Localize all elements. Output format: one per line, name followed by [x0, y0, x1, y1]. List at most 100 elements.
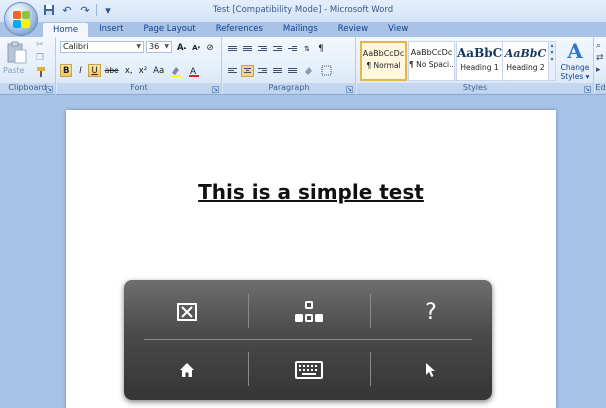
style-no-spacing-name: ¶ No Spaci...: [409, 60, 454, 69]
editing-group: ⌕ ⇄ ▸ Ed: [595, 37, 606, 95]
tab-home[interactable]: Home: [42, 22, 90, 37]
font-format-row: B I U abe x, x² Aa A: [60, 64, 202, 77]
style-heading-2-name: Heading 2: [506, 63, 545, 72]
shrink-font-icon[interactable]: A ▾: [190, 41, 202, 54]
cursor-arrow-icon: [426, 363, 435, 377]
clipboard-group: Paste ✂ ❐ Clipboard ↘: [0, 37, 56, 95]
change-styles-icon: A: [567, 39, 583, 63]
overlay-divider: [144, 339, 472, 340]
help-icon: ?: [425, 299, 437, 325]
paragraph-group: ⇅ ¶ Paragraph ↘: [223, 37, 356, 95]
style-normal[interactable]: AaBbCcDc ¶ Normal: [360, 41, 407, 81]
ribbon: Paste ✂ ❐ Clipboard ↘ Calibri ▼ 36 ▼ A ▴ …: [0, 37, 606, 95]
tab-page-layout[interactable]: Page Layout: [134, 22, 206, 37]
tab-review[interactable]: Review: [328, 22, 378, 37]
font-size-combo[interactable]: 36 ▼: [146, 41, 172, 53]
change-styles-label-1: Change: [560, 63, 590, 72]
line-spacing-icon[interactable]: [286, 65, 299, 77]
shading-icon[interactable]: [301, 64, 317, 77]
style-no-spacing-sample: AaBbCcDc: [410, 48, 453, 57]
clipboard-launcher-icon[interactable]: ↘: [46, 86, 53, 93]
align-center-icon[interactable]: [241, 64, 254, 77]
style-heading-2-sample: AaBbC: [504, 47, 547, 60]
tab-view[interactable]: View: [378, 22, 418, 37]
keyboard-icon: [295, 361, 323, 379]
subscript-button[interactable]: x,: [123, 64, 135, 77]
keyboard-button[interactable]: [248, 342, 370, 398]
paragraph-launcher-icon[interactable]: ↘: [346, 86, 353, 93]
grow-font-icon[interactable]: A ▴: [175, 41, 188, 54]
chevron-down-icon: ▼: [164, 43, 169, 50]
clear-formatting-icon[interactable]: ⊘: [204, 41, 216, 54]
bullets-icon[interactable]: [226, 43, 239, 55]
multilevel-list-icon[interactable]: [256, 43, 269, 55]
decrease-indent-icon[interactable]: [271, 43, 284, 55]
cut-icon[interactable]: ✂: [36, 40, 44, 50]
format-painter-icon[interactable]: [36, 66, 48, 81]
justify-icon[interactable]: [271, 65, 284, 77]
window-switch-button[interactable]: [248, 284, 370, 340]
close-overlay-button[interactable]: [126, 284, 248, 340]
style-no-spacing[interactable]: AaBbCcDc ¶ No Spaci...: [408, 41, 455, 81]
align-left-icon[interactable]: [226, 65, 239, 77]
title-bar: ↶ ↷ ▾ Test [Compatibility Mode] - Micros…: [0, 0, 606, 22]
font-name-combo[interactable]: Calibri ▼: [60, 41, 144, 53]
paragraph-align-row: [226, 64, 334, 77]
italic-button[interactable]: I: [74, 64, 86, 77]
copy-icon[interactable]: ❐: [36, 53, 44, 63]
font-name-value: Calibri: [63, 42, 89, 51]
font-launcher-icon[interactable]: ↘: [212, 86, 219, 93]
change-case-button[interactable]: Aa: [151, 64, 166, 77]
home-button[interactable]: [126, 342, 248, 398]
paste-button[interactable]: Paste: [3, 66, 25, 75]
paragraph-list-row: ⇅ ¶: [226, 42, 327, 55]
style-heading-1[interactable]: AaBbC Heading 1: [456, 41, 503, 81]
font-group: Calibri ▼ 36 ▼ A ▴ A ▾ ⊘ B I U abe x, x² A…: [57, 37, 222, 95]
change-styles-label-2: Styles ▾: [560, 72, 590, 81]
font-size-value: 36: [149, 42, 160, 51]
editing-group-label: Ed: [595, 83, 606, 94]
pointer-mode-button[interactable]: [370, 342, 492, 398]
show-formatting-marks-icon[interactable]: ¶: [315, 42, 327, 55]
find-icon[interactable]: ⌕: [596, 41, 601, 51]
paste-icon[interactable]: [6, 41, 28, 64]
style-heading-1-name: Heading 1: [460, 63, 499, 72]
home-icon: [180, 363, 194, 377]
increase-indent-icon[interactable]: [286, 43, 299, 55]
touch-toolbar-overlay: ?: [124, 280, 492, 400]
tab-mailings[interactable]: Mailings: [273, 22, 328, 37]
font-color-icon[interactable]: A: [186, 64, 202, 77]
numbering-icon[interactable]: [241, 43, 254, 55]
office-button[interactable]: [4, 2, 38, 36]
tab-insert[interactable]: Insert: [89, 22, 133, 37]
style-heading-2[interactable]: AaBbC Heading 2: [502, 41, 549, 81]
ribbon-tabs: Home Insert Page Layout References Maili…: [42, 22, 418, 37]
help-button[interactable]: ?: [370, 284, 492, 340]
style-normal-sample: AaBbCcDc: [362, 49, 405, 58]
strikethrough-button[interactable]: abe: [103, 64, 121, 77]
style-heading-1-sample: AaBbC: [457, 46, 502, 60]
office-logo-icon: [13, 11, 31, 29]
font-group-label: Font: [57, 83, 221, 94]
font-size-tools: A ▴ A ▾ ⊘: [175, 41, 216, 54]
superscript-button[interactable]: x²: [137, 64, 149, 77]
sort-icon[interactable]: ⇅: [301, 42, 313, 55]
align-right-icon[interactable]: [256, 65, 269, 77]
replace-icon[interactable]: ⇄: [596, 53, 604, 63]
chevron-down-icon: ▼: [136, 43, 141, 50]
bold-button[interactable]: B: [60, 64, 73, 77]
style-normal-name: ¶ Normal: [366, 61, 401, 70]
borders-icon[interactable]: [319, 64, 334, 77]
paragraph-group-label: Paragraph: [223, 83, 355, 94]
change-styles-button[interactable]: A Change Styles ▾: [560, 39, 590, 81]
window-layout-icon: [295, 301, 323, 322]
styles-gallery-scroll[interactable]: ▴ ▾ ▾: [548, 41, 556, 81]
window-title: Test [Compatibility Mode] - Microsoft Wo…: [212, 5, 394, 15]
underline-button[interactable]: U: [88, 64, 101, 77]
styles-launcher-icon[interactable]: ↘: [584, 86, 591, 93]
select-icon[interactable]: ▸: [596, 65, 601, 75]
tab-references[interactable]: References: [206, 22, 273, 37]
styles-group-label: Styles: [357, 83, 593, 94]
document-text[interactable]: This is a simple test: [66, 180, 556, 204]
highlight-color-icon[interactable]: [168, 64, 184, 77]
